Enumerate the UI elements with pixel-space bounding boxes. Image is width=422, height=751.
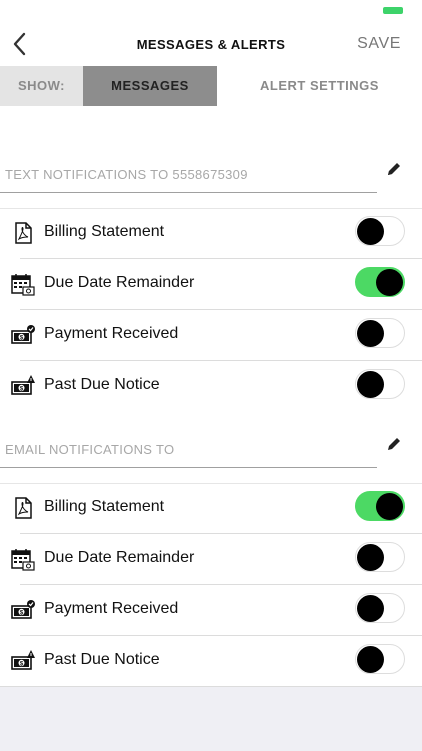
item-label: Due Date Remainder xyxy=(44,274,195,291)
toggle-knob xyxy=(376,493,403,520)
show-label: SHOW: xyxy=(0,66,83,106)
list-item: $ Past Due Notice xyxy=(0,636,422,687)
toggle-knob xyxy=(357,595,384,622)
payment-received-text-toggle[interactable] xyxy=(355,318,405,348)
item-label: Billing Statement xyxy=(44,223,165,240)
money-warning-icon: $ xyxy=(11,650,35,670)
item-label: Past Due Notice xyxy=(44,376,160,393)
billing-statement-email-toggle[interactable] xyxy=(355,491,405,521)
pdf-document-icon xyxy=(15,222,32,244)
list-item: Billing Statement xyxy=(0,483,422,534)
past-due-email-toggle[interactable] xyxy=(355,644,405,674)
calendar-dollar-icon xyxy=(11,549,35,571)
tab-messages[interactable]: MESSAGES xyxy=(83,66,217,106)
list-item: Due Date Remainder xyxy=(0,259,422,310)
calendar-dollar-icon xyxy=(11,274,35,296)
bottom-background xyxy=(0,686,422,751)
toggle-knob xyxy=(357,218,384,245)
item-label: Billing Statement xyxy=(44,498,165,515)
item-label: Past Due Notice xyxy=(44,651,160,668)
save-button[interactable]: SAVE xyxy=(357,35,401,53)
segmented-control: SHOW: MESSAGES ALERT SETTINGS xyxy=(0,66,422,106)
tab-alert-settings[interactable]: ALERT SETTINGS xyxy=(217,66,422,106)
toggle-knob xyxy=(357,646,384,673)
email-notification-list: Billing Statement Due Date Remainder $ P… xyxy=(0,483,422,687)
money-warning-icon: $ xyxy=(11,375,35,395)
toggle-knob xyxy=(357,371,384,398)
pencil-icon[interactable] xyxy=(386,436,402,452)
payment-received-email-toggle[interactable] xyxy=(355,593,405,623)
list-item: $ Payment Received xyxy=(0,585,422,636)
divider xyxy=(0,192,377,193)
item-label: Payment Received xyxy=(44,600,179,617)
header: MESSAGES & ALERTS SAVE xyxy=(0,28,422,62)
text-notifications-label: TEXT NOTIFICATIONS TO 5558675309 xyxy=(5,167,248,182)
toggle-knob xyxy=(357,320,384,347)
email-notifications-label: EMAIL NOTIFICATIONS TO xyxy=(5,442,175,457)
billing-statement-text-toggle[interactable] xyxy=(355,216,405,246)
item-label: Payment Received xyxy=(44,325,179,342)
text-notification-list: Billing Statement Due Date Remainder $ P… xyxy=(0,208,422,412)
due-date-email-toggle[interactable] xyxy=(355,542,405,572)
battery-indicator xyxy=(383,7,403,14)
toggle-knob xyxy=(376,269,403,296)
divider xyxy=(0,467,377,468)
list-item: $ Past Due Notice xyxy=(0,361,422,412)
item-label: Due Date Remainder xyxy=(44,549,195,566)
list-item: Billing Statement xyxy=(0,208,422,259)
money-check-icon: $ xyxy=(11,325,35,344)
list-item: $ Payment Received xyxy=(0,310,422,361)
text-notifications-header: TEXT NOTIFICATIONS TO 5558675309 xyxy=(0,155,422,195)
pdf-document-icon xyxy=(15,497,32,519)
money-check-icon: $ xyxy=(11,600,35,619)
list-item: Due Date Remainder xyxy=(0,534,422,585)
email-notifications-header: EMAIL NOTIFICATIONS TO xyxy=(0,430,422,470)
toggle-knob xyxy=(357,544,384,571)
pencil-icon[interactable] xyxy=(386,161,402,177)
due-date-text-toggle[interactable] xyxy=(355,267,405,297)
past-due-text-toggle[interactable] xyxy=(355,369,405,399)
